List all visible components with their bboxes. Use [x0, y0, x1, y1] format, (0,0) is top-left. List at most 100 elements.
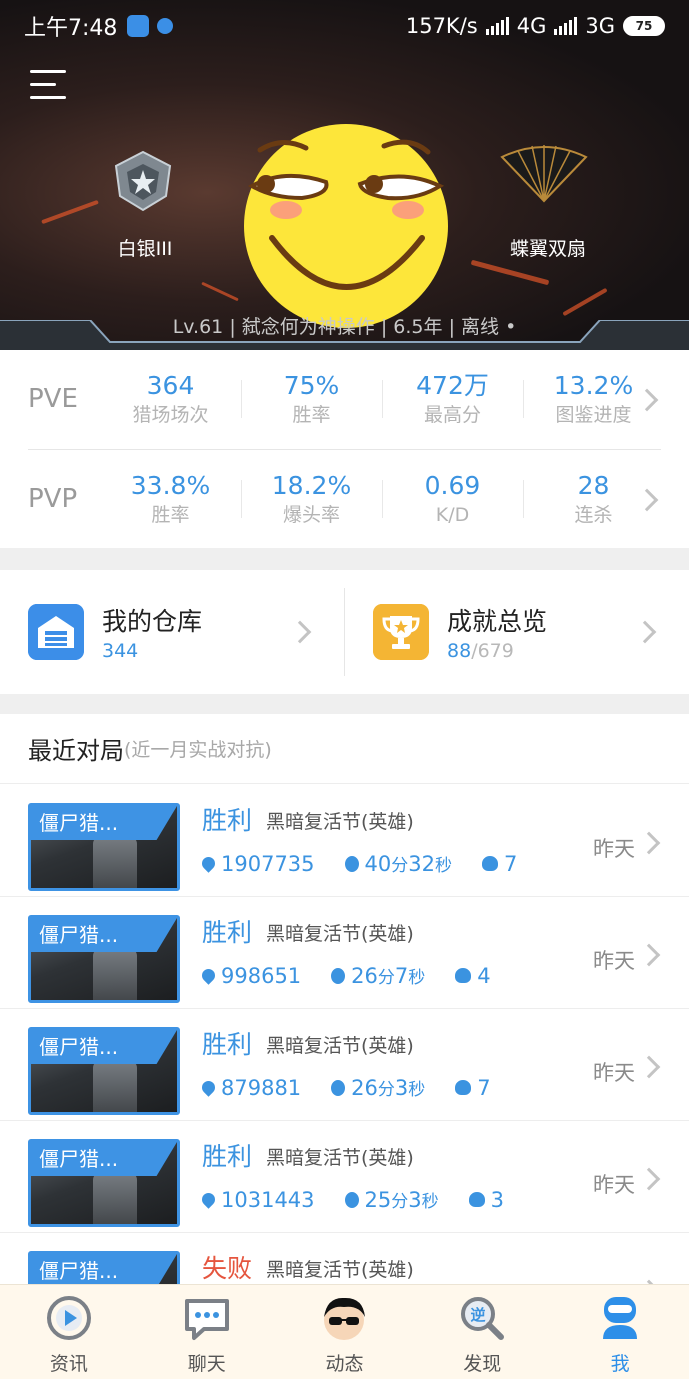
tab-label: 动态: [325, 1353, 364, 1375]
duration-sec: 7: [394, 963, 409, 988]
stat-value: 472万: [416, 371, 489, 400]
match-thumbnail-figure: [93, 948, 137, 1000]
wifi-hotspot-icon: [127, 15, 150, 37]
match-thumbnail-figure: [93, 1060, 137, 1112]
sec-unit: 秒: [421, 1192, 439, 1212]
min-unit: 分: [377, 1080, 395, 1100]
battery-icon: 75: [623, 16, 665, 36]
match-result: 胜利: [202, 1030, 253, 1059]
min-unit: 分: [377, 968, 395, 988]
separator: |: [448, 316, 455, 338]
network-speed: 157K/s: [405, 14, 478, 38]
match-thumbnail-figure: [93, 836, 137, 888]
menu-icon[interactable]: [30, 70, 66, 102]
pve-stat-matches: 364 猎场场次: [100, 370, 241, 428]
signal-icon: [554, 17, 578, 35]
match-mode: 黑暗复活节(英雄): [266, 1259, 414, 1281]
stat-caption: 胜率: [151, 504, 190, 526]
kills-value: 4: [477, 963, 491, 988]
warehouse-card[interactable]: 我的仓库 344: [0, 570, 344, 694]
status-bar: 上午7:48 157K/s 4G 3G 75: [0, 0, 689, 52]
me-robot-icon: [603, 1297, 638, 1339]
timer-icon: [331, 967, 346, 984]
match-score: 1907735: [199, 852, 315, 876]
recent-header: 最近对局 (近一月实战对抗): [0, 714, 689, 784]
achievements-card[interactable]: 成就总览 88/679: [345, 570, 689, 694]
match-result: 胜利: [202, 806, 253, 835]
banner-ember: [470, 259, 550, 286]
score-pin-icon: [199, 1190, 218, 1209]
warehouse-count: 344: [102, 640, 139, 662]
timer-icon: [331, 1079, 346, 1096]
stat-caption: K/D: [435, 504, 470, 526]
stat-caption: 最高分: [423, 404, 481, 426]
match-time: 昨天: [593, 1061, 635, 1085]
sec-unit: 秒: [408, 968, 426, 988]
duration-min: 25: [364, 1187, 392, 1212]
match-row[interactable]: 僵尸猎... 胜利 黑暗复活节(英雄) 1907735 40 分 32 秒 7 昨天: [0, 785, 689, 897]
match-score: 1031443: [199, 1188, 315, 1212]
timer-icon: [344, 855, 359, 872]
match-row[interactable]: 僵尸猎... 胜利 黑暗复活节(英雄) 879881 26 分 3 秒 7 昨天: [0, 1009, 689, 1121]
signal-icon: [485, 17, 509, 35]
pvp-stat-winrate: 33.8% 胜率: [100, 470, 241, 528]
match-result: 胜利: [202, 918, 253, 947]
stat-caption: 猎场场次: [132, 404, 209, 426]
silver-rank-icon[interactable]: [110, 150, 176, 212]
match-row[interactable]: 僵尸猎... 失败 黑暗复活节(英雄): [0, 1233, 689, 1284]
status-dot-icon: •: [505, 316, 517, 338]
duration-min: 40: [364, 851, 392, 876]
match-row[interactable]: 僵尸猎... 胜利 黑暗复活节(英雄) 1031443 25 分 3 秒 3 昨天: [0, 1121, 689, 1233]
player-years: 6.5年: [393, 316, 443, 338]
sec-unit: 秒: [435, 856, 452, 876]
match-thumbnail: 僵尸猎...: [28, 1251, 180, 1284]
tab-feed[interactable]: 动态: [276, 1285, 414, 1379]
chevron-right-icon: [288, 620, 312, 644]
shortcut-cards: 我的仓库 344 成就总览 88/679: [0, 570, 689, 694]
match-thumbnail: 僵尸猎...: [28, 1027, 180, 1115]
chevron-right-icon: [637, 1055, 661, 1079]
pvp-stats-row[interactable]: PVP 33.8% 胜率 18.2% 爆头率 0.69 K/D 28 连杀: [0, 450, 689, 548]
pve-label: PVE: [28, 384, 78, 414]
status-time: 上午7:48: [24, 16, 118, 41]
sec-unit: 秒: [408, 1080, 426, 1100]
skull-icon: [482, 856, 498, 871]
recent-title: 最近对局: [28, 737, 124, 765]
avatar-emoji-icon[interactable]: [242, 122, 450, 330]
match-mode: 黑暗复活节(英雄): [266, 1035, 414, 1057]
match-result: 失败: [202, 1254, 253, 1283]
bottom-tab-bar: 资讯 聊天 动态 逆 发现 我: [0, 1284, 689, 1379]
duration-min: 26: [351, 1075, 378, 1100]
tab-chat[interactable]: 聊天: [138, 1285, 276, 1379]
kills-value: 3: [490, 1187, 505, 1212]
tab-discover[interactable]: 逆 发现: [413, 1285, 551, 1379]
match-time: 昨天: [593, 1173, 635, 1197]
banner-ember: [201, 281, 239, 302]
tab-label: 发现: [463, 1353, 502, 1375]
recent-subtitle: (近一月实战对抗): [124, 739, 272, 761]
tab-me[interactable]: 我: [551, 1285, 689, 1379]
pve-stats-row[interactable]: PVE 364 猎场场次 75% 胜率 472万 最高分 13.2% 图鉴进度: [0, 350, 689, 448]
achievements-current: 88: [447, 640, 472, 662]
stat-caption: 爆头率: [282, 504, 340, 526]
tab-label: 聊天: [187, 1353, 226, 1375]
avatar-sunglasses-icon: [324, 1297, 366, 1340]
match-row[interactable]: 僵尸猎... 胜利 黑暗复活节(英雄) 998651 26 分 7 秒 4 昨天: [0, 897, 689, 1009]
recent-matches: 最近对局 (近一月实战对抗) 僵尸猎... 胜利 黑暗复活节(英雄) 19077…: [0, 714, 689, 1284]
duration-sec: 3: [408, 1187, 422, 1212]
tab-label: 我: [610, 1353, 630, 1375]
match-metrics: 879881 26 分 3 秒 7: [199, 1075, 521, 1100]
player-status: 离线: [461, 316, 500, 338]
pve-stat-winrate: 75% 胜率: [241, 370, 382, 428]
score-pin-icon: [199, 966, 218, 985]
banner-ember: [41, 199, 99, 225]
stat-value: 364: [146, 371, 195, 400]
pvp-label: PVP: [28, 484, 78, 514]
separator: |: [229, 316, 236, 338]
tab-news[interactable]: 资讯: [0, 1285, 138, 1379]
butterfly-fan-icon[interactable]: [498, 143, 590, 205]
profile-banner: 上午7:48 157K/s 4G 3G 75 白银III 蝶翼双扇 Lv.61 …: [0, 0, 689, 350]
kills-value: 7: [504, 851, 518, 876]
duration-min: 26: [351, 963, 378, 988]
match-mode-banner: 僵尸猎...: [31, 1142, 177, 1176]
